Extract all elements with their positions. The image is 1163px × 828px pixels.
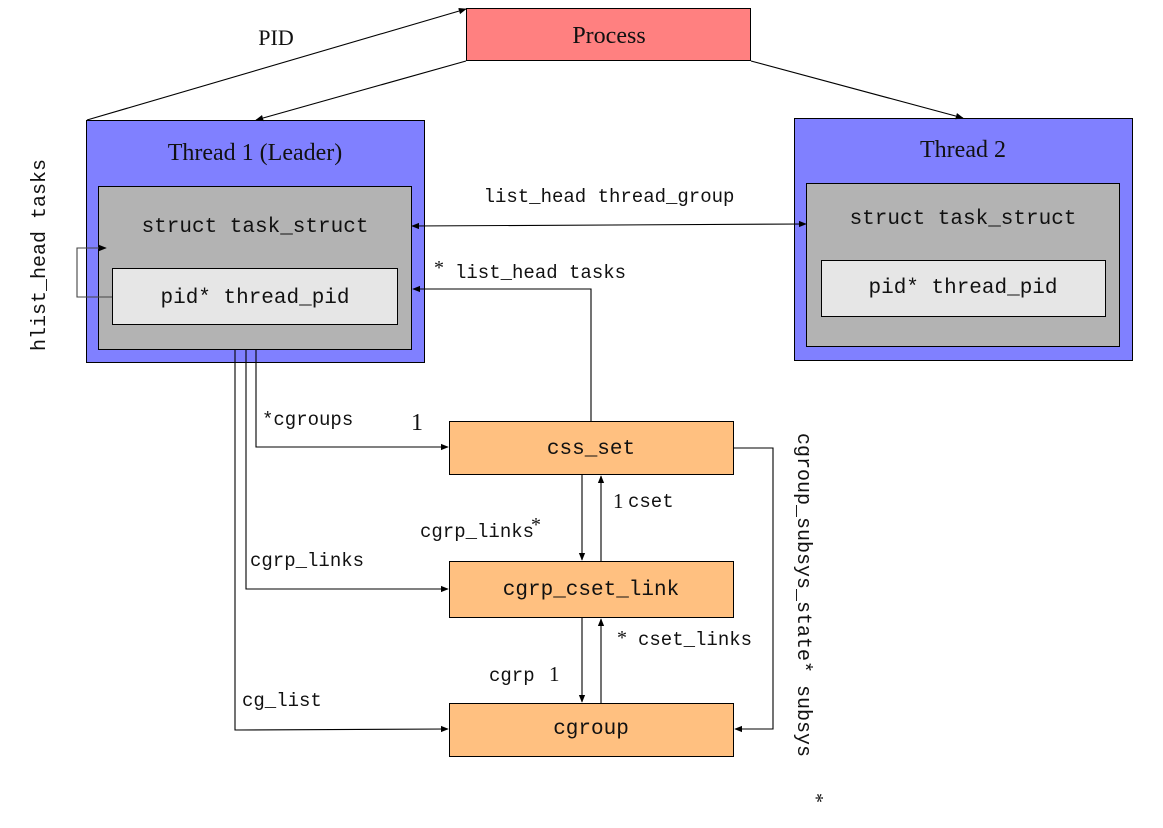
edge-subsys xyxy=(734,447,774,733)
thread2-task-struct-label: struct task_struct xyxy=(850,208,1077,231)
label-cgrp: cgrp xyxy=(489,665,535,687)
label-cgrp-links-mid-mult: * xyxy=(531,514,541,536)
label-cgrp-mult: 1 xyxy=(549,662,560,686)
cgroup-node: cgroup xyxy=(449,703,734,757)
thread1-pid-label: pid* thread_pid xyxy=(160,287,349,310)
label-cset-links: cset_links xyxy=(638,629,752,651)
label-cgroups: *cgroups xyxy=(262,409,353,431)
cgrp-cset-link-label: cgrp_cset_link xyxy=(503,579,679,602)
label-pid: PID xyxy=(258,25,293,50)
css-set-label: css_set xyxy=(547,438,635,461)
label-cgrp-links-left: cgrp_links xyxy=(250,550,364,572)
label-cgrp-links-mid: cgrp_links xyxy=(420,521,534,543)
edge-thread-group xyxy=(411,220,807,230)
thread2-node: Thread 2 struct task_struct pid* thread_… xyxy=(794,118,1133,361)
edge-process-to-thread1 xyxy=(255,60,467,122)
label-hlist-head-tasks: hlist_head tasks xyxy=(29,159,52,351)
cgrp-cset-link-node: cgrp_cset_link xyxy=(449,561,734,618)
label-cset: cset xyxy=(628,491,674,513)
label-cgroups-mult: 1 xyxy=(411,410,423,436)
edge-cg-list xyxy=(234,350,449,733)
edge-list-head-tasks xyxy=(412,285,592,421)
label-list-head-tasks-mult: * xyxy=(434,257,444,279)
label-cset-mult: 1 xyxy=(613,489,624,513)
thread2-title: Thread 2 xyxy=(920,137,1006,163)
thread1-title: Thread 1 (Leader) xyxy=(168,140,343,166)
css-set-node: css_set xyxy=(449,421,734,475)
thread1-node: Thread 1 (Leader) struct task_struct pid… xyxy=(86,120,425,363)
label-subsys-mult: * xyxy=(805,793,827,803)
thread1-task-struct-label: struct task_struct xyxy=(142,216,369,239)
label-list-head-tasks: list_head tasks xyxy=(455,262,626,284)
process-node: Process xyxy=(466,8,751,61)
label-subsys: cgroup_subsys_state* subsys xyxy=(791,433,814,757)
cgroup-structure-diagram: Process Thread 1 (Leader) struct task_st… xyxy=(29,7,1133,803)
label-thread-group: list_head thread_group xyxy=(484,186,735,208)
cgroup-label: cgroup xyxy=(553,718,629,741)
process-label: Process xyxy=(572,23,645,49)
edge-process-to-thread2 xyxy=(750,60,964,120)
label-cset-links-mult: * xyxy=(617,627,627,649)
thread2-pid-label: pid* thread_pid xyxy=(868,277,1057,300)
label-cg-list: cg_list xyxy=(242,690,322,712)
